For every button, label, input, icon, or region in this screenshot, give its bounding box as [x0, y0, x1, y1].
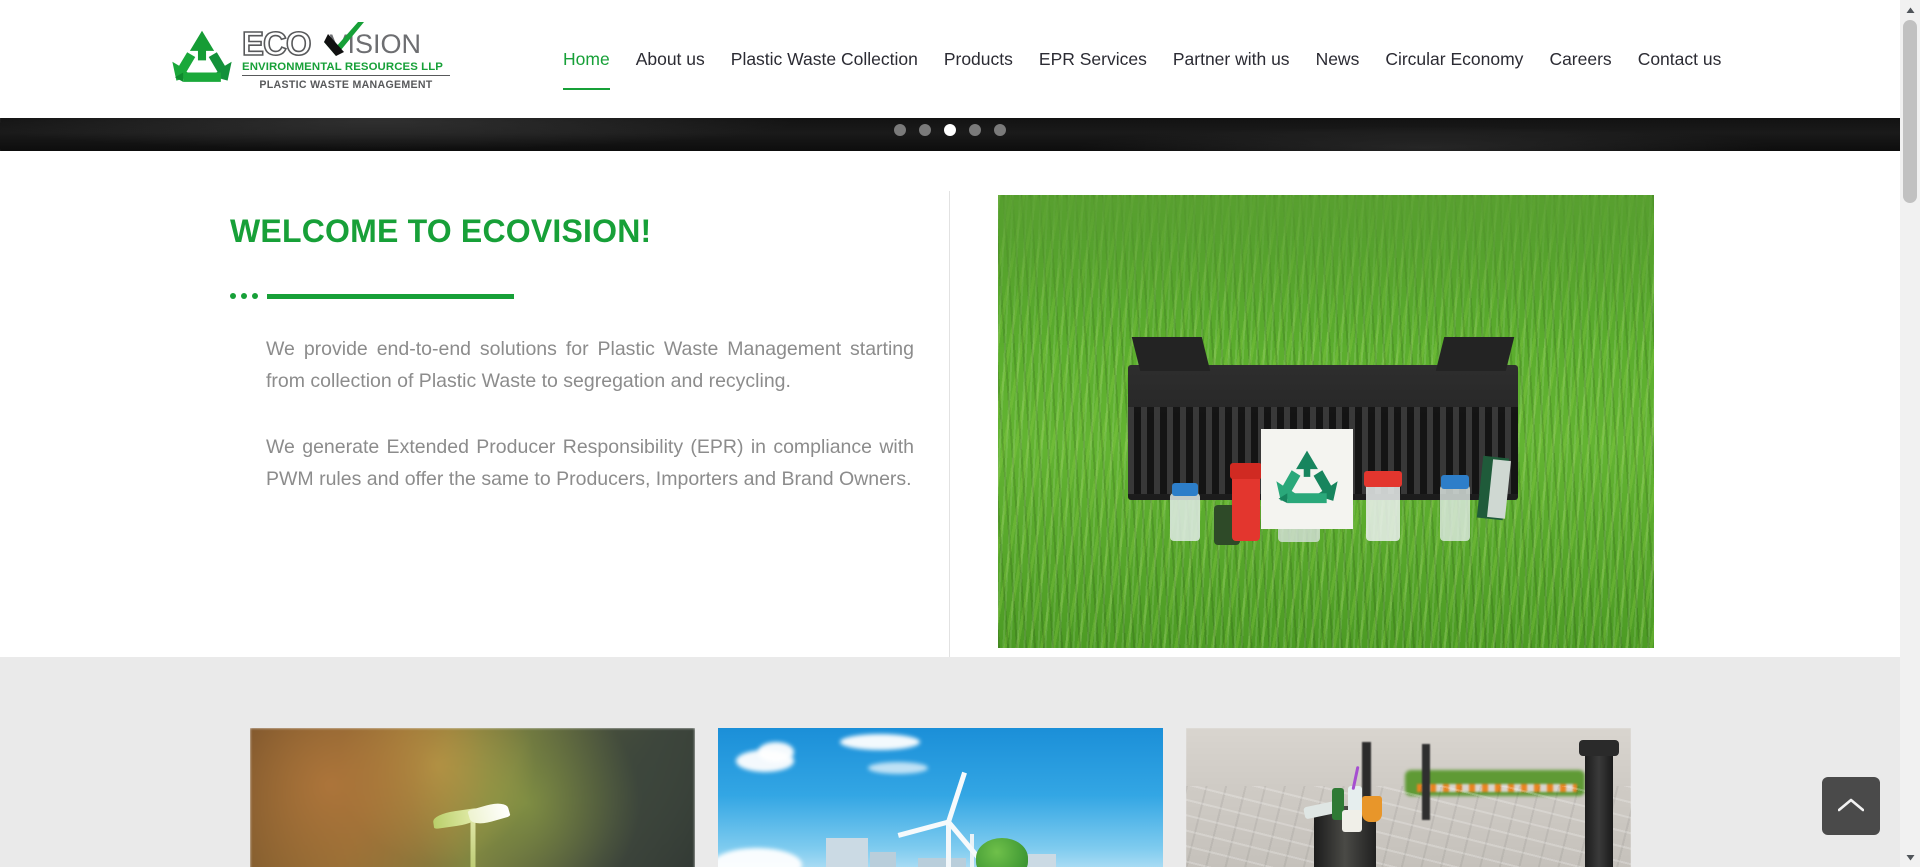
carousel-dot-2[interactable]	[919, 124, 931, 136]
paving-stones	[1186, 786, 1631, 867]
page-scrollbar[interactable]	[1900, 0, 1920, 867]
site-header: ECO VISION ENVIRONMENTAL RESOURCES LLP P…	[0, 0, 1900, 118]
nav-item-plastic-waste-collection[interactable]: Plastic Waste Collection	[718, 0, 931, 118]
bottle-cap-blue-2	[1441, 475, 1469, 489]
nav-item-products[interactable]: Products	[931, 0, 1026, 118]
feature-card-waste-bin[interactable]	[1186, 728, 1631, 867]
scrollbar-thumb[interactable]	[1903, 20, 1917, 203]
street-post-mid-2	[1422, 744, 1430, 820]
paper-waste	[1342, 810, 1362, 832]
welcome-paragraph-1: We provide end-to-end solutions for Plas…	[266, 338, 914, 392]
welcome-section: WELCOME TO ECOVISION! We provide end-to-…	[0, 151, 1900, 657]
building-2	[870, 852, 896, 867]
recycling-crate	[1128, 337, 1518, 545]
main-navigation: Home About us Plastic Waste Collection P…	[550, 0, 1734, 118]
nav-item-careers[interactable]: Careers	[1536, 0, 1624, 118]
plastic-bottle-3	[1366, 483, 1400, 541]
logo-eco-text: ECO	[241, 24, 312, 62]
hero-carousel	[0, 118, 1900, 151]
logo-subtitle-secondary: PLASTIC WASTE MANAGEMENT	[259, 78, 433, 91]
nav-item-epr-services[interactable]: EPR Services	[1026, 0, 1160, 118]
bottle-cap-red-1	[1230, 463, 1262, 479]
scrollbar-up-icon	[1906, 7, 1914, 13]
recycling-crate-photo	[998, 195, 1654, 648]
carousel-dot-4[interactable]	[969, 124, 981, 136]
building-3	[918, 858, 966, 867]
scrollbar-down-icon	[1906, 854, 1914, 860]
feature-card-seedling[interactable]	[250, 728, 695, 867]
chevron-up-icon	[1838, 798, 1864, 812]
logo-wordmark: ECO VISION	[241, 21, 450, 62]
cloud-4	[868, 762, 928, 774]
building-1	[826, 838, 868, 867]
logo-subtitle-primary: ENVIRONMENTAL RESOURCES LLP	[242, 61, 450, 76]
recycling-logo-icon	[172, 30, 232, 82]
bottle-cap-blue-1	[1172, 483, 1198, 496]
nav-item-partner-with-us[interactable]: Partner with us	[1160, 0, 1303, 118]
recycle-symbol-icon	[1276, 450, 1338, 504]
street-post-right	[1579, 740, 1619, 867]
welcome-paragraph-2: We generate Extended Producer Responsibi…	[266, 436, 914, 490]
divider-dot-2	[241, 293, 247, 299]
site-logo[interactable]: ECO VISION ENVIRONMENTAL RESOURCES LLP P…	[168, 19, 450, 99]
cloud-3	[840, 734, 920, 750]
divider-line	[267, 293, 514, 299]
nav-item-circular-economy[interactable]: Circular Economy	[1372, 0, 1536, 118]
sprout-stem	[470, 820, 475, 867]
bottle-cap-red-2	[1364, 471, 1402, 487]
crate-handle-left	[1131, 337, 1211, 371]
carousel-dot-5[interactable]	[994, 124, 1006, 136]
scrollbar-down-arrow[interactable]	[1900, 847, 1920, 867]
divider-dot-1	[230, 293, 236, 299]
browser-viewport: ECO VISION ENVIRONMENTAL RESOURCES LLP P…	[0, 0, 1920, 867]
feature-cards-section	[0, 657, 1900, 867]
checkmark-icon	[324, 21, 364, 56]
nav-item-news[interactable]: News	[1303, 0, 1373, 118]
scrollbar-up-arrow[interactable]	[1900, 0, 1920, 20]
carousel-dot-3[interactable]	[944, 124, 956, 136]
crate-handle-right	[1435, 337, 1515, 371]
divider-dot-3	[252, 293, 258, 299]
carousel-dot-1[interactable]	[894, 124, 906, 136]
plastic-bottle-1	[1170, 493, 1200, 541]
cloud-2	[758, 742, 794, 762]
feature-card-wind-energy[interactable]	[718, 728, 1163, 867]
plastic-bottle-2	[1232, 473, 1260, 541]
welcome-text-column: WELCOME TO ECOVISION! We provide end-to-…	[230, 191, 950, 657]
plastic-bottle-4	[1440, 485, 1470, 541]
welcome-image-column	[998, 191, 1654, 657]
grass-blur	[998, 195, 1654, 345]
scroll-to-top-button[interactable]	[1822, 777, 1880, 835]
orange-cup	[1362, 796, 1382, 822]
logo-text-block: ECO VISION ENVIRONMENTAL RESOURCES LLP P…	[241, 21, 450, 92]
nav-item-contact-us[interactable]: Contact us	[1625, 0, 1735, 118]
page-title: WELCOME TO ECOVISION!	[230, 213, 652, 249]
nav-item-home[interactable]: Home	[550, 0, 623, 118]
nav-item-about-us[interactable]: About us	[623, 0, 718, 118]
carousel-dots	[0, 124, 1900, 136]
recycling-sign	[1261, 429, 1353, 529]
title-divider	[230, 293, 914, 299]
